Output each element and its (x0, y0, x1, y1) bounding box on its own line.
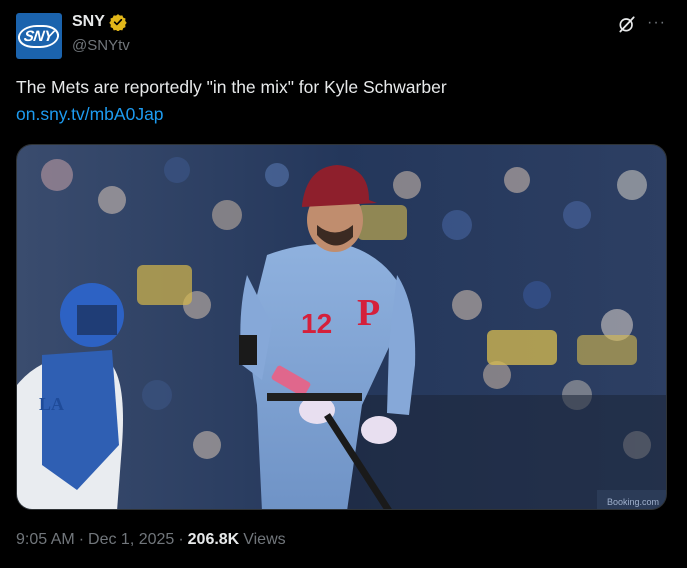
views-count[interactable]: 206.8K (188, 531, 240, 549)
tweet-link[interactable]: on.sny.tv/mbA0Jap (16, 104, 164, 125)
jersey-number: 12 (301, 308, 332, 339)
views-label: Views (243, 531, 286, 548)
meta-separator: · (78, 531, 85, 548)
display-name[interactable]: SNY (72, 13, 105, 31)
svg-text:LA: LA (39, 394, 64, 414)
account-handle[interactable]: @SNYtv (72, 37, 130, 54)
name-row: SNY (72, 13, 127, 31)
grok-icon[interactable] (617, 14, 637, 34)
more-options-icon[interactable]: ··· (647, 13, 667, 33)
svg-text:P: P (357, 292, 380, 334)
verified-badge-icon (109, 14, 127, 31)
stadium-sign-text: Booking.com (607, 497, 659, 507)
tweet-media-image[interactable]: Booking.com LA 12 P (16, 144, 667, 510)
tweet-date[interactable]: Dec 1, 2025 (88, 531, 174, 549)
account-avatar[interactable]: SNY (16, 13, 62, 59)
baseball-photo: Booking.com LA 12 P (17, 145, 666, 509)
tweet-text: The Mets are reportedly "in the mix" for… (16, 77, 447, 97)
tweet-meta: 9:05 AM · Dec 1, 2025 · 206.8K Views (16, 531, 286, 549)
tweet-time[interactable]: 9:05 AM (16, 531, 75, 549)
avatar-logo-text: SNY (16, 24, 62, 48)
meta-separator: · (178, 531, 184, 548)
